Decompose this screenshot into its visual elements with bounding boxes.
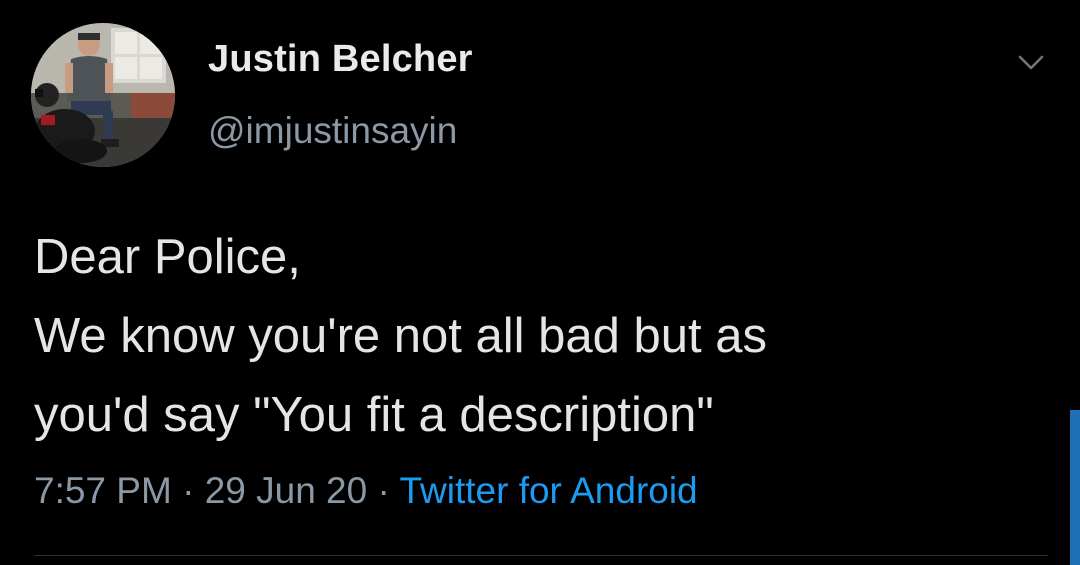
scrollbar[interactable] — [1070, 410, 1080, 565]
chevron-down-icon[interactable] — [1017, 52, 1045, 74]
avatar[interactable] — [31, 23, 175, 167]
tweet-date[interactable]: 29 Jun 20 — [205, 470, 368, 511]
tweet-text: Dear Police, We know you're not all bad … — [34, 218, 1064, 455]
tweet-text-line: Dear Police, — [34, 230, 301, 284]
tweet-text-line: We know you're not all bad but as — [34, 309, 767, 363]
divider — [34, 555, 1048, 556]
tweet-time[interactable]: 7:57 PM — [34, 470, 172, 511]
meta-separator: · — [377, 470, 390, 511]
avatar-photo — [31, 23, 175, 167]
tweet: Justin Belcher @imjustinsayin Dear Polic… — [0, 0, 1080, 565]
tweet-source-link[interactable]: Twitter for Android — [399, 470, 697, 511]
display-name[interactable]: Justin Belcher — [208, 38, 473, 81]
tweet-text-line: you'd say "You fit a description" — [34, 388, 714, 442]
user-handle[interactable]: @imjustinsayin — [208, 110, 457, 152]
tweet-metadata: 7:57 PM · 29 Jun 20 · Twitter for Androi… — [34, 470, 698, 512]
meta-separator: · — [182, 470, 195, 511]
